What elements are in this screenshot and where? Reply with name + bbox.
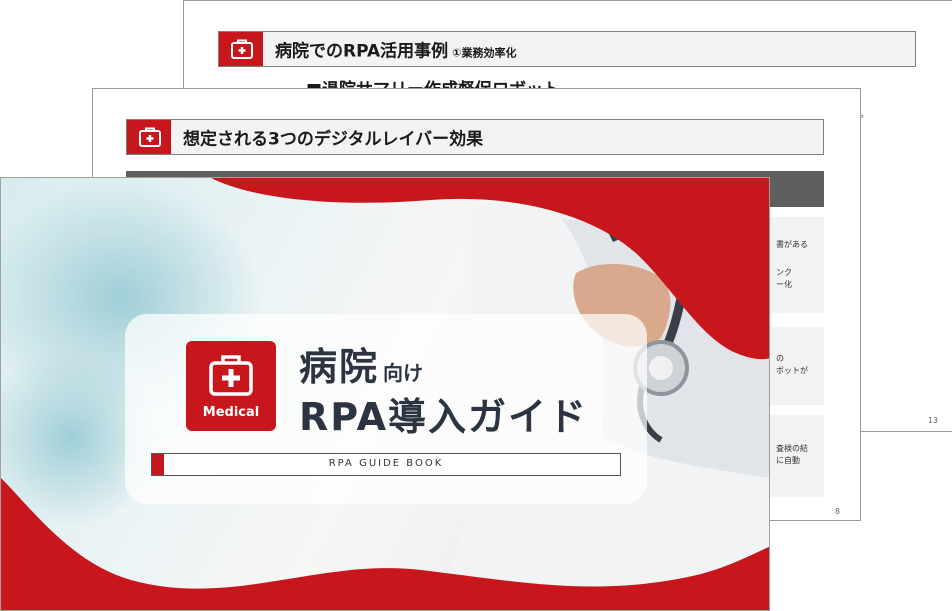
guide-label-bar: RPA GUIDE BOOK bbox=[151, 453, 621, 476]
slide-title: 病院でのRPA活用事例 ①業務効率化 bbox=[275, 37, 516, 62]
medical-kit-icon bbox=[209, 355, 253, 396]
guide-label: RPA GUIDE BOOK bbox=[328, 458, 444, 469]
slide-title: 想定される3つのデジタルレイバー効果 bbox=[183, 129, 484, 150]
effect-card: 書がある ンク ー化 bbox=[768, 217, 824, 313]
effect-card: 査検の結 に自動 bbox=[768, 415, 824, 497]
header-title-text: 病院でのRPA活用事例 bbox=[275, 41, 449, 62]
header-icon-box bbox=[127, 120, 171, 154]
medical-kit-icon bbox=[231, 39, 253, 59]
medical-badge: Medical bbox=[186, 341, 276, 431]
card-text: ー化 bbox=[776, 280, 792, 289]
slide-header: 想定される3つのデジタルレイバー効果 bbox=[126, 119, 824, 155]
card-text: 書がある bbox=[776, 240, 808, 249]
medical-kit-icon bbox=[139, 127, 161, 147]
stethoscope-chestpiece bbox=[649, 356, 673, 380]
cover-title-suffix: 向け bbox=[383, 361, 424, 385]
card-text: に自動 bbox=[776, 456, 800, 465]
badge-label: Medical bbox=[202, 405, 260, 420]
slide-cover: Medical 病院 向け RPA導入ガイド RPA GUIDE BOOK bbox=[0, 177, 770, 611]
cover-title: 病院 向け bbox=[299, 336, 423, 391]
cover-title-main: 病院 bbox=[299, 345, 380, 389]
card-text: の bbox=[776, 354, 784, 363]
page-number: 13 bbox=[927, 416, 938, 425]
slide-header: 病院でのRPA活用事例 ①業務効率化 bbox=[218, 31, 916, 67]
card-text: 査検の結 bbox=[776, 444, 808, 453]
page-number: 8 bbox=[834, 507, 840, 516]
effect-card: の ボットが bbox=[768, 327, 824, 405]
card-text: ボットが bbox=[776, 366, 808, 375]
header-icon-box bbox=[219, 32, 263, 66]
cover-title-line2: RPA導入ガイド bbox=[299, 395, 589, 439]
header-subtitle: ①業務効率化 bbox=[452, 46, 517, 60]
card-text: ンク bbox=[776, 268, 792, 277]
